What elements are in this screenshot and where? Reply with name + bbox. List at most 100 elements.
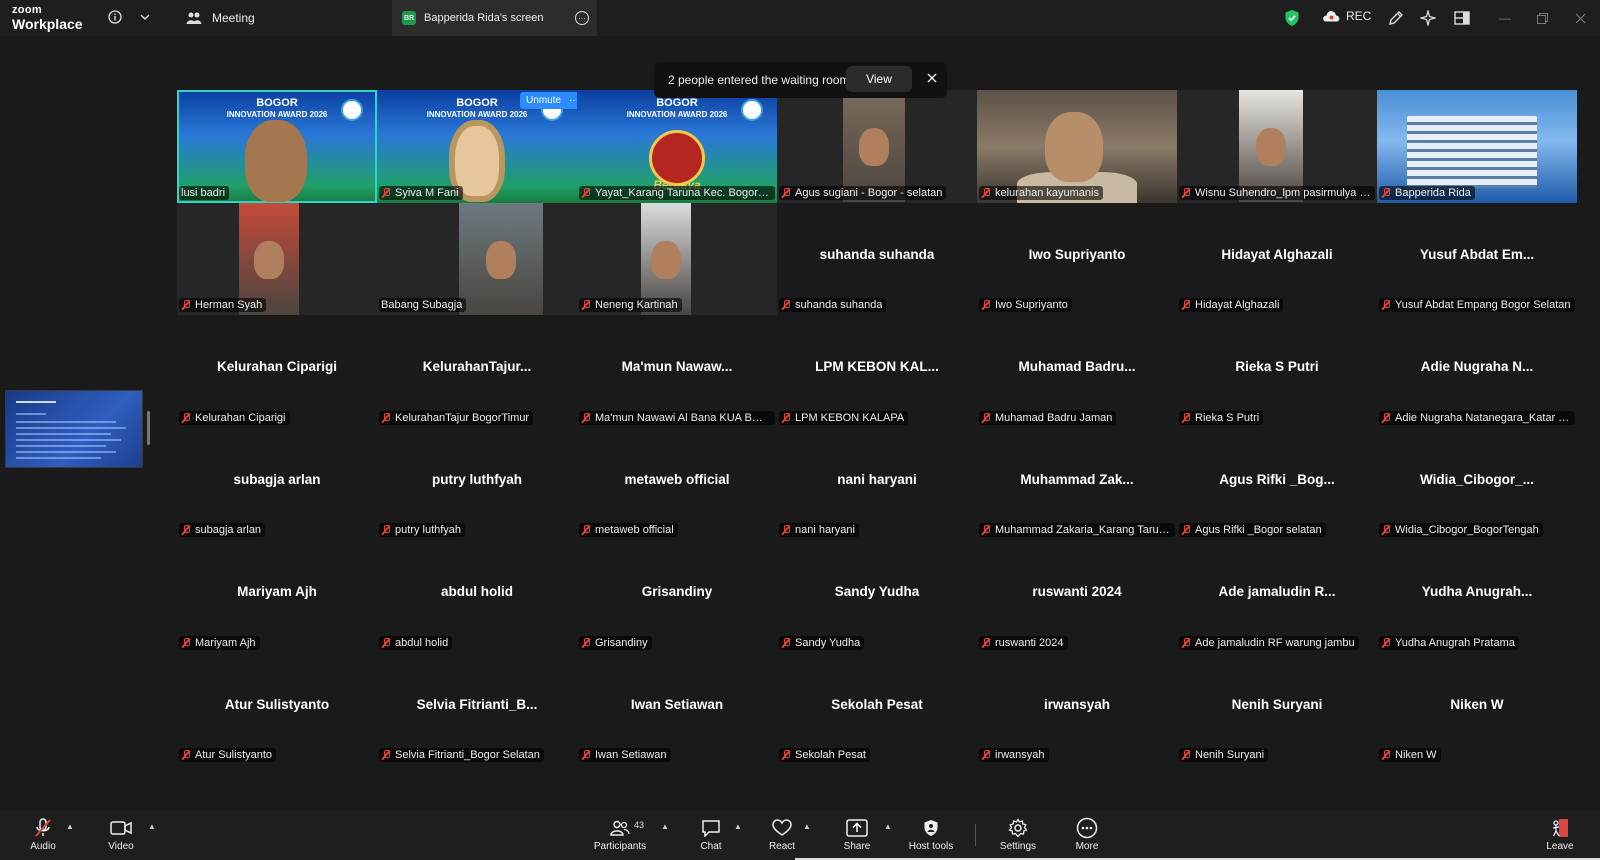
leave-button[interactable]: Leave [1546, 810, 1574, 860]
participant-tile[interactable]: Selvia Fitrianti_B... Selvia Fitrianti_Bo… [377, 652, 577, 765]
participant-tile[interactable]: Atur Sulistyanto Atur Sulistyanto [177, 652, 377, 765]
participant-name-label: nani haryani [779, 523, 859, 537]
info-icon[interactable] [106, 8, 124, 26]
participant-tile[interactable]: Yudha Anugrah... Yudha Anugrah Pratama [1377, 540, 1577, 653]
participant-tile[interactable]: KelurahanTajur... KelurahanTajur BogorTim… [377, 315, 577, 428]
ai-companion-icon[interactable] [1418, 8, 1438, 28]
participant-tile[interactable]: Babang Subagja [377, 202, 577, 315]
more-options-icon[interactable]: ··· [575, 11, 589, 25]
participant-name: Herman Syah [195, 299, 263, 311]
participant-tile[interactable]: nani haryani nani haryani [777, 427, 977, 540]
participant-tile[interactable]: suhanda suhanda suhanda suhanda [777, 202, 977, 315]
participant-video-face [651, 240, 681, 279]
unmute-popup[interactable]: Unmute ··· [520, 92, 577, 109]
video-button[interactable]: Video [106, 810, 136, 860]
participant-tile[interactable]: putry luthfyah putry luthfyah [377, 427, 577, 540]
participant-name-label: abdul holid [379, 635, 453, 650]
host-tools-button[interactable]: Host tools [907, 810, 955, 860]
more-button[interactable]: More [1072, 810, 1102, 860]
audio-options-chevron-icon[interactable]: ▲ [66, 822, 74, 831]
unmute-button[interactable]: Unmute [526, 95, 561, 106]
close-icon[interactable] [1570, 8, 1590, 28]
participant-name: Wisnu Suhendro_lpm pasirmulya B... [1195, 186, 1371, 199]
participant-tile[interactable]: BOGORINNOVATION AWARD 2026BerdayaYayat_K… [577, 90, 777, 203]
participant-tile[interactable]: BOGORINNOVATION AWARD 2026Unmute···Syiva… [377, 90, 577, 203]
participant-tile[interactable]: Hidayat Alghazali Hidayat Alghazali [1177, 202, 1377, 315]
view-layout-icon[interactable] [1452, 8, 1472, 28]
participant-tile[interactable]: Herman Syah [177, 202, 377, 315]
participant-tile[interactable]: Nenih Suryani Nenih Suryani [1177, 652, 1377, 765]
share-options-chevron-icon[interactable]: ▲ [884, 822, 892, 831]
view-waiting-room-button[interactable]: View [846, 66, 912, 92]
participant-tile[interactable]: Sandy Yudha Sandy Yudha [777, 540, 977, 653]
participant-tile[interactable]: Agus Rifki _Bog... Agus Rifki _Bogor sela… [1177, 427, 1377, 540]
participant-tile[interactable]: Iwo Supriyanto Iwo Supriyanto [977, 202, 1177, 315]
participant-tile[interactable]: abdul holid abdul holid [377, 540, 577, 653]
participant-tile[interactable]: kelurahan kayumanis [977, 90, 1177, 203]
participant-tile[interactable]: subagja arlan subagja arlan [177, 427, 377, 540]
participant-name: Grisandiny [595, 636, 648, 649]
participant-tile[interactable]: Muhamad Badru... Muhamad Badru Jaman [977, 315, 1177, 428]
chat-options-chevron-icon[interactable]: ▲ [734, 822, 742, 831]
participant-name-label: Muhamad Badru Jaman [979, 410, 1117, 425]
participant-display-name: Kelurahan Ciparigi [216, 359, 338, 374]
participant-tile[interactable]: Agus sugiani - Bogor - selatan [777, 90, 977, 203]
muted-mic-icon [381, 187, 391, 199]
participant-name: kelurahan kayumanis [995, 186, 1099, 199]
participant-tile[interactable]: Widia_Cibogor_... Widia_Cibogor_BogorTeng… [1377, 427, 1577, 540]
share-screen-icon [846, 818, 868, 838]
audio-button[interactable]: Audio [28, 810, 58, 860]
react-button[interactable]: React [768, 810, 796, 860]
muted-mic-icon [1381, 412, 1391, 424]
participant-tile[interactable]: Kelurahan Ciparigi Kelurahan Ciparigi [177, 315, 377, 428]
chat-button[interactable]: Chat [698, 810, 724, 860]
share-label: Share [843, 841, 871, 852]
participant-tile[interactable]: Adie Nugraha N... Adie Nugraha Natanegara… [1377, 315, 1577, 428]
participant-tile[interactable]: Grisandiny Grisandiny [577, 540, 777, 653]
participant-tile[interactable]: Neneng Kartinah [577, 202, 777, 315]
participant-tile[interactable]: Wisnu Suhendro_lpm pasirmulya B... [1177, 90, 1377, 203]
participant-tile[interactable]: Niken W Niken W [1377, 652, 1577, 765]
minimize-icon[interactable]: — [1495, 8, 1515, 28]
shared-screen-thumbnail[interactable] [5, 390, 143, 468]
maximize-icon[interactable] [1532, 8, 1552, 28]
participant-tile[interactable]: Ma'mun Nawaw... Ma'mun Nawawi Al Bana KUA… [577, 315, 777, 428]
participant-tile[interactable]: Muhammad Zak... Muhammad Zakaria_Karang T… [977, 427, 1177, 540]
thumbnail-resize-handle[interactable] [147, 411, 150, 445]
participant-tile[interactable]: Iwan Setiawan Iwan Setiawan [577, 652, 777, 765]
participant-tile[interactable]: Rieka S Putri Rieka S Putri [1177, 315, 1377, 428]
participant-tile[interactable]: Bapperida Rida [1377, 90, 1577, 203]
participant-tile[interactable]: Mariyam Ajh Mariyam Ajh [177, 540, 377, 653]
tile-more-options-icon[interactable]: ··· [569, 95, 577, 106]
participant-tile[interactable]: irwansyah irwansyah [977, 652, 1177, 765]
participant-name-label: lusi badri [179, 185, 230, 200]
participants-options-chevron-icon[interactable]: ▲ [661, 822, 669, 831]
participant-name: Yusuf Abdat Empang Bogor Selatan [1395, 299, 1571, 311]
participant-tile[interactable]: metaweb official metaweb official [577, 427, 777, 540]
participant-tile[interactable]: BOGOR INNOVATION AWARD 2026 lusi badri [177, 90, 377, 203]
participant-tile[interactable]: Yusuf Abdat Em... Yusuf Abdat Empang Bogo… [1377, 202, 1577, 315]
participant-tile[interactable]: Ade jamaludin R... Ade jamaludin RF warun… [1177, 540, 1377, 653]
award-badge-logo [341, 99, 363, 121]
close-icon[interactable] [927, 72, 937, 86]
participant-name: abdul holid [395, 636, 449, 649]
react-options-chevron-icon[interactable]: ▲ [803, 822, 811, 831]
encryption-shield-icon[interactable] [1284, 9, 1300, 27]
participant-name-label: Selvia Fitrianti_Bogor Selatan [379, 748, 544, 762]
participant-tile[interactable]: Sekolah Pesat Sekolah Pesat [777, 652, 977, 765]
chevron-down-icon[interactable] [136, 8, 154, 26]
participant-name-label: Niken W [1379, 748, 1441, 762]
recording-indicator[interactable]: REC [1322, 9, 1371, 23]
tab-meeting[interactable]: Meeting [176, 0, 265, 36]
participants-button[interactable]: Participants [592, 810, 648, 860]
participant-name: nani haryani [795, 524, 855, 536]
participant-tile[interactable]: ruswanti 2024 ruswanti 2024 [977, 540, 1177, 653]
video-options-chevron-icon[interactable]: ▲ [148, 822, 156, 831]
settings-button[interactable]: Settings [998, 810, 1038, 860]
participant-display-name: Grisandiny [641, 584, 713, 599]
zoom-logo: zoom Workplace [12, 5, 83, 32]
tab-shared-screen[interactable]: BR Bapperida Rida's screen ··· [392, 0, 597, 36]
share-button[interactable]: Share [843, 810, 871, 860]
annotate-pen-icon[interactable] [1386, 8, 1406, 28]
participant-tile[interactable]: LPM KEBON KAL... LPM KEBON KALAPA [777, 315, 977, 428]
